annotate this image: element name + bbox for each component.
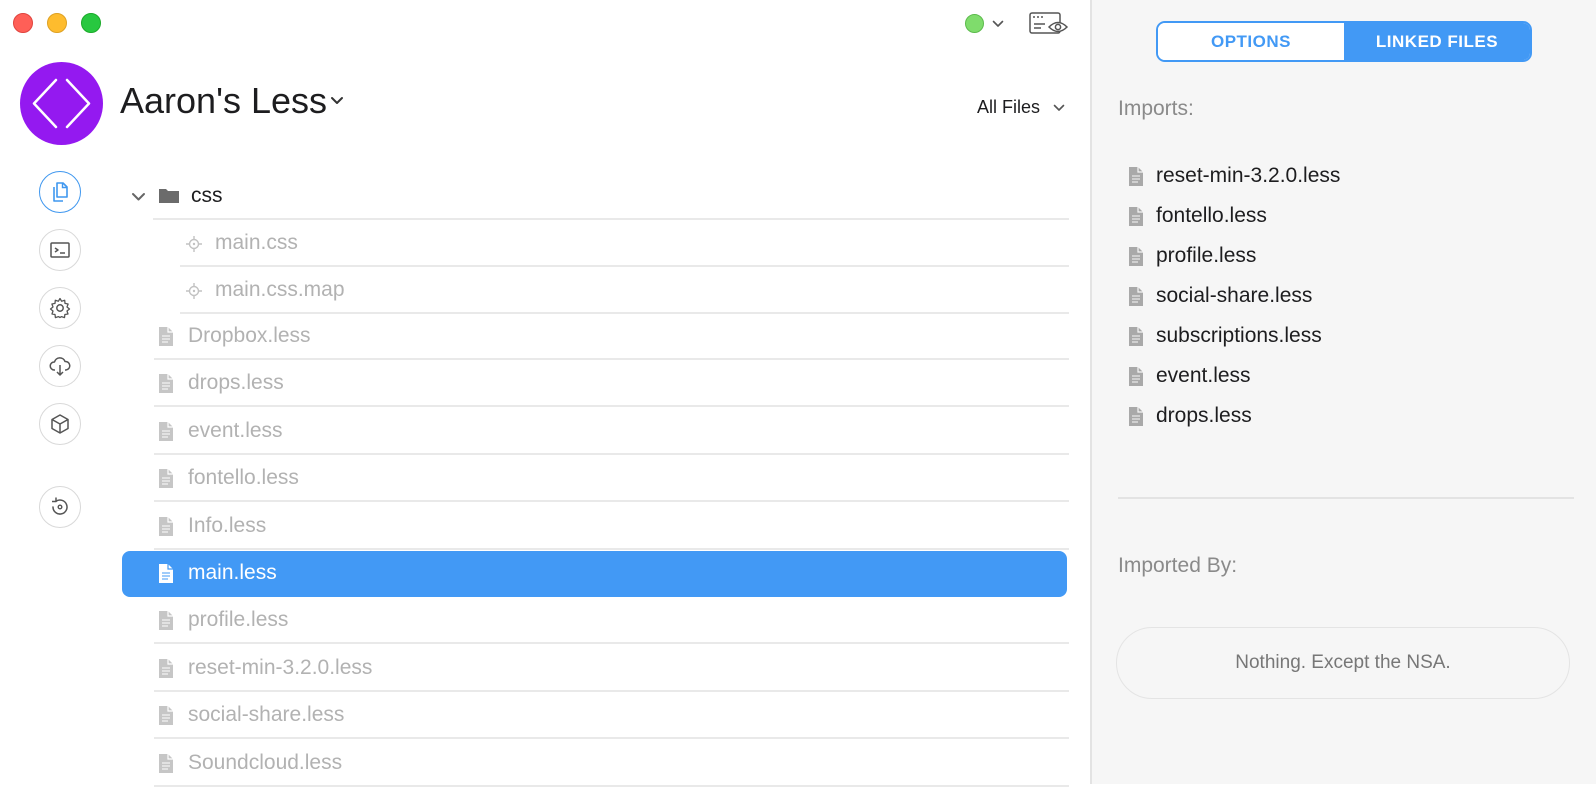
import-file-name: reset-min-3.2.0.less (1156, 164, 1341, 187)
cloud-download-icon (49, 357, 71, 376)
file-row[interactable]: fontello.less (154, 456, 1069, 502)
files-icon (53, 182, 68, 202)
minimize-window-button[interactable] (47, 13, 67, 33)
import-file-name: event.less (1156, 364, 1251, 387)
document-icon (1129, 286, 1143, 306)
file-filter-dropdown[interactable]: All Files (977, 97, 1040, 118)
file-row[interactable]: reset-min-3.2.0.less (154, 646, 1069, 692)
file-name: reset-min-3.2.0.less (188, 656, 373, 679)
file-row[interactable]: Soundcloud.less (154, 741, 1069, 787)
file-row-main-css[interactable]: main.css (180, 221, 1069, 267)
close-window-button[interactable] (13, 13, 33, 33)
file-name: event.less (188, 419, 283, 442)
document-icon (1129, 406, 1143, 426)
import-file-name: fontello.less (1156, 204, 1267, 227)
chevron-down-icon[interactable] (1053, 104, 1065, 112)
gear-icon (49, 297, 71, 319)
file-name: Info.less (188, 514, 267, 537)
file-row-main-css-map[interactable]: main.css.map (180, 268, 1069, 314)
document-icon (159, 564, 173, 583)
import-item[interactable]: fontello.less (1128, 204, 1267, 228)
file-name: main.css (215, 231, 298, 254)
project-title[interactable]: Aaron's Less (120, 80, 327, 122)
document-icon (159, 706, 173, 725)
folder-icon (159, 189, 179, 203)
import-file-name: social-share.less (1156, 284, 1313, 307)
document-icon (159, 517, 173, 536)
imported-by-label: Imported By: (1118, 554, 1238, 577)
file-row[interactable]: main.less (122, 551, 1067, 597)
document-icon (159, 611, 173, 630)
inspector-tabs: OPTIONS LINKED FILES (1156, 21, 1532, 62)
import-item[interactable]: event.less (1128, 364, 1251, 388)
document-icon (1129, 166, 1143, 186)
sidebar-item-console[interactable] (39, 229, 81, 271)
target-icon (186, 236, 202, 252)
import-file-name: subscriptions.less (1156, 324, 1322, 347)
file-row[interactable]: social-share.less (154, 693, 1069, 739)
file-name: social-share.less (188, 703, 345, 726)
document-icon (1129, 246, 1143, 266)
refresh-icon (52, 497, 68, 515)
box-icon (51, 414, 69, 434)
section-divider (1118, 497, 1574, 499)
browser-preview-icon[interactable] (1029, 12, 1069, 36)
document-icon (1129, 206, 1143, 226)
document-icon (159, 659, 173, 678)
document-icon (159, 374, 173, 393)
sidebar-item-deploy[interactable] (39, 345, 81, 387)
folder-name: css (191, 184, 223, 207)
project-logo[interactable] (20, 62, 103, 145)
import-file-name: profile.less (1156, 244, 1257, 267)
file-name: fontello.less (188, 466, 299, 489)
sidebar-item-packages[interactable] (39, 403, 81, 445)
target-icon (186, 283, 202, 299)
sidebar-item-files[interactable] (39, 171, 81, 213)
imported-by-empty-state: Nothing. Except the NSA. (1116, 627, 1570, 699)
tab-options[interactable]: OPTIONS (1158, 23, 1344, 60)
file-name: Dropbox.less (188, 324, 311, 347)
document-icon (159, 754, 173, 773)
document-icon (1129, 326, 1143, 346)
server-status-indicator[interactable] (965, 14, 984, 33)
import-item[interactable]: profile.less (1128, 244, 1256, 268)
folder-row-css[interactable]: css (120, 174, 1069, 220)
file-row[interactable]: drops.less (154, 361, 1069, 407)
file-name: profile.less (188, 608, 289, 631)
sidebar-item-refresh[interactable] (39, 486, 81, 528)
document-icon (159, 422, 173, 441)
file-name: drops.less (188, 371, 284, 394)
file-name: main.css.map (215, 278, 345, 301)
sidebar-item-settings[interactable] (39, 287, 81, 329)
file-row[interactable]: Info.less (154, 504, 1069, 550)
imports-label: Imports: (1118, 97, 1194, 120)
file-name: Soundcloud.less (188, 751, 343, 774)
document-icon (159, 327, 173, 346)
file-row[interactable]: profile.less (154, 598, 1069, 644)
document-icon (159, 469, 173, 488)
chevron-down-icon[interactable] (330, 96, 344, 106)
import-file-name: drops.less (1156, 404, 1252, 427)
code-brackets-icon (32, 78, 91, 129)
tab-linked-files[interactable]: LINKED FILES (1344, 23, 1530, 60)
import-item[interactable]: social-share.less (1128, 284, 1312, 308)
document-icon (1129, 366, 1143, 386)
terminal-icon (50, 242, 70, 258)
zoom-window-button[interactable] (81, 13, 101, 33)
file-row[interactable]: event.less (154, 409, 1069, 455)
file-row[interactable]: Dropbox.less (154, 314, 1069, 360)
import-item[interactable]: drops.less (1128, 404, 1252, 428)
import-item[interactable]: subscriptions.less (1128, 324, 1322, 348)
import-item[interactable]: reset-min-3.2.0.less (1128, 164, 1340, 188)
file-name: main.less (188, 561, 277, 584)
disclosure-chevron-icon[interactable] (131, 192, 146, 202)
chevron-down-icon[interactable] (992, 20, 1004, 28)
